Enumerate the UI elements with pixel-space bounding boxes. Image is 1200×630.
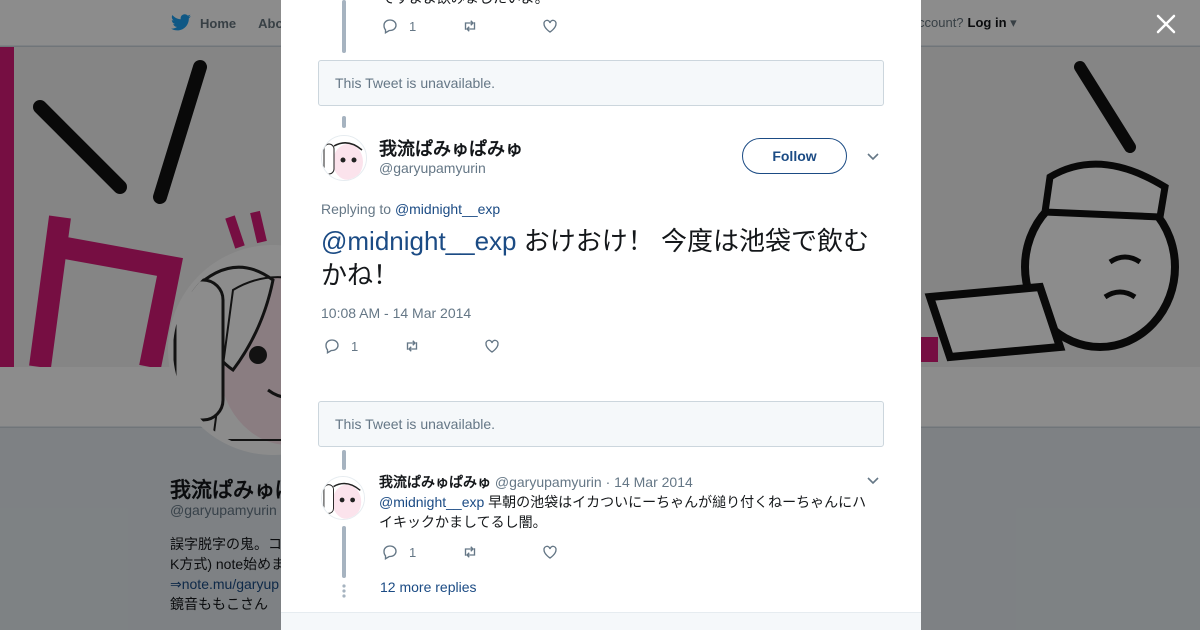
reply-date[interactable]: 14 Mar 2014 [614, 474, 693, 490]
close-icon[interactable] [1152, 10, 1180, 38]
chevron-down-icon[interactable] [866, 150, 880, 164]
reply-icon [383, 19, 397, 34]
reply-author-name[interactable]: 我流ぱみゅぱみゅ [379, 474, 491, 490]
reply-author-handle[interactable]: @garyupamyurin [495, 474, 602, 490]
like-button[interactable] [541, 543, 621, 561]
reply-tweet-actions: 1 [381, 543, 621, 561]
like-icon [485, 339, 499, 353]
reply-header: 我流ぱみゅぱみゅ @garyupamyurin · 14 Mar 2014 [379, 472, 693, 492]
thread-line [342, 526, 346, 578]
thread-line [342, 0, 346, 53]
replying-to-line: Replying to @midnight__exp [321, 201, 500, 217]
mention-link[interactable]: @midnight__exp [321, 226, 517, 256]
retweet-icon [464, 20, 476, 32]
retweet-icon [464, 546, 476, 558]
more-replies-link[interactable]: 12 more replies [380, 579, 477, 595]
reply-tweet-text: @midnight__exp 早朝の池袋はイカついにーちゃんが縋り付くねーちゃん… [379, 492, 877, 532]
retweet-button[interactable] [461, 543, 541, 561]
tweet-timestamp[interactable]: 10:08 AM - 14 Mar 2014 [321, 305, 471, 321]
previous-tweet-actions: 1 [381, 17, 621, 35]
reply-button[interactable]: 1 [323, 337, 403, 355]
replying-to-link[interactable]: @midnight__exp [395, 201, 500, 217]
tweet-author-handle[interactable]: @garyupamyurin [379, 160, 486, 176]
reply-button[interactable]: 1 [381, 543, 461, 561]
reply-count: 1 [409, 544, 417, 560]
retweet-icon [406, 340, 418, 352]
tweet-author-avatar[interactable] [321, 135, 367, 181]
tweet-thread-modal: ですよよ飲みましたいよ。 1 This Tweet is unavailable… [281, 0, 921, 630]
thread-line [342, 116, 346, 128]
reply-count: 1 [409, 18, 417, 34]
reply-count: 1 [351, 338, 359, 354]
reply-author-avatar[interactable] [321, 476, 365, 520]
reply-icon [383, 545, 397, 560]
replying-prefix: Replying to [321, 201, 392, 217]
retweet-button[interactable] [461, 17, 541, 35]
thread-line [342, 450, 346, 470]
like-button[interactable] [541, 17, 621, 35]
like-icon [543, 545, 557, 559]
retweet-button[interactable] [403, 337, 483, 355]
like-button[interactable] [483, 337, 563, 355]
reply-button[interactable]: 1 [381, 17, 461, 35]
tweet-author-name[interactable]: 我流ぱみゅぱみゅ [379, 135, 523, 161]
like-icon [543, 19, 557, 33]
reply-icon [325, 339, 339, 354]
follow-button[interactable]: Follow [742, 138, 847, 174]
header-separator: · [605, 474, 611, 490]
tweet-text: @midnight__exp おけおけ！ 今度は池袋で飲むかね！ [321, 224, 891, 292]
modal-footer [281, 612, 921, 630]
previous-tweet-text: ですよよ飲みましたいよ。 [381, 0, 549, 8]
unavailable-tweet-notice: This Tweet is unavailable. [318, 60, 884, 106]
chevron-down-icon[interactable] [866, 474, 880, 488]
main-tweet-actions: 1 [323, 337, 563, 355]
unavailable-tweet-notice: This Tweet is unavailable. [318, 401, 884, 447]
thread-dots [342, 584, 346, 598]
mention-link[interactable]: @midnight__exp [379, 494, 484, 510]
